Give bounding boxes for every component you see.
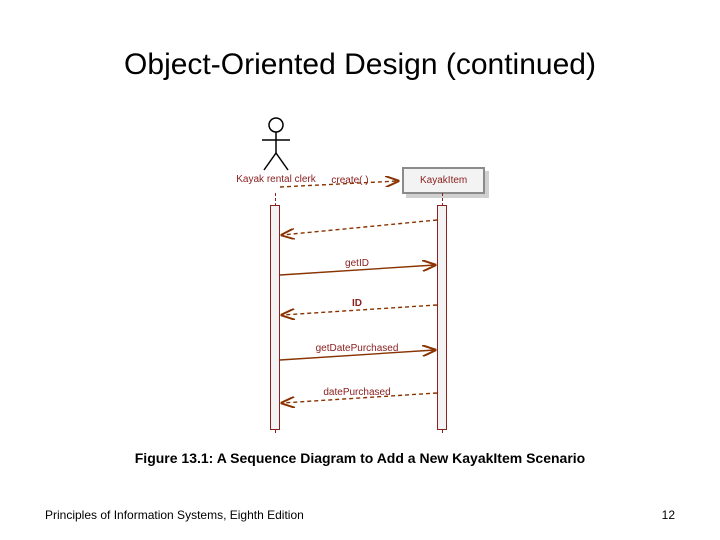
figure-caption: Figure 13.1: A Sequence Diagram to Add a…	[0, 450, 720, 466]
message-getid: getID	[282, 258, 432, 269]
message-create: create( )	[315, 175, 385, 186]
message-datepurchased: datePurchased	[282, 387, 432, 398]
page-number: 12	[662, 508, 675, 522]
slide: Object-Oriented Design (continued) Kayak…	[0, 0, 720, 540]
footer-source: Principles of Information Systems, Eight…	[45, 508, 304, 522]
sequence-diagram: Kayak rental clerk KayakItem	[170, 115, 550, 435]
message-getdatepurchased: getDatePurchased	[282, 343, 432, 354]
message-id: ID	[282, 298, 432, 309]
slide-title: Object-Oriented Design (continued)	[0, 48, 720, 82]
